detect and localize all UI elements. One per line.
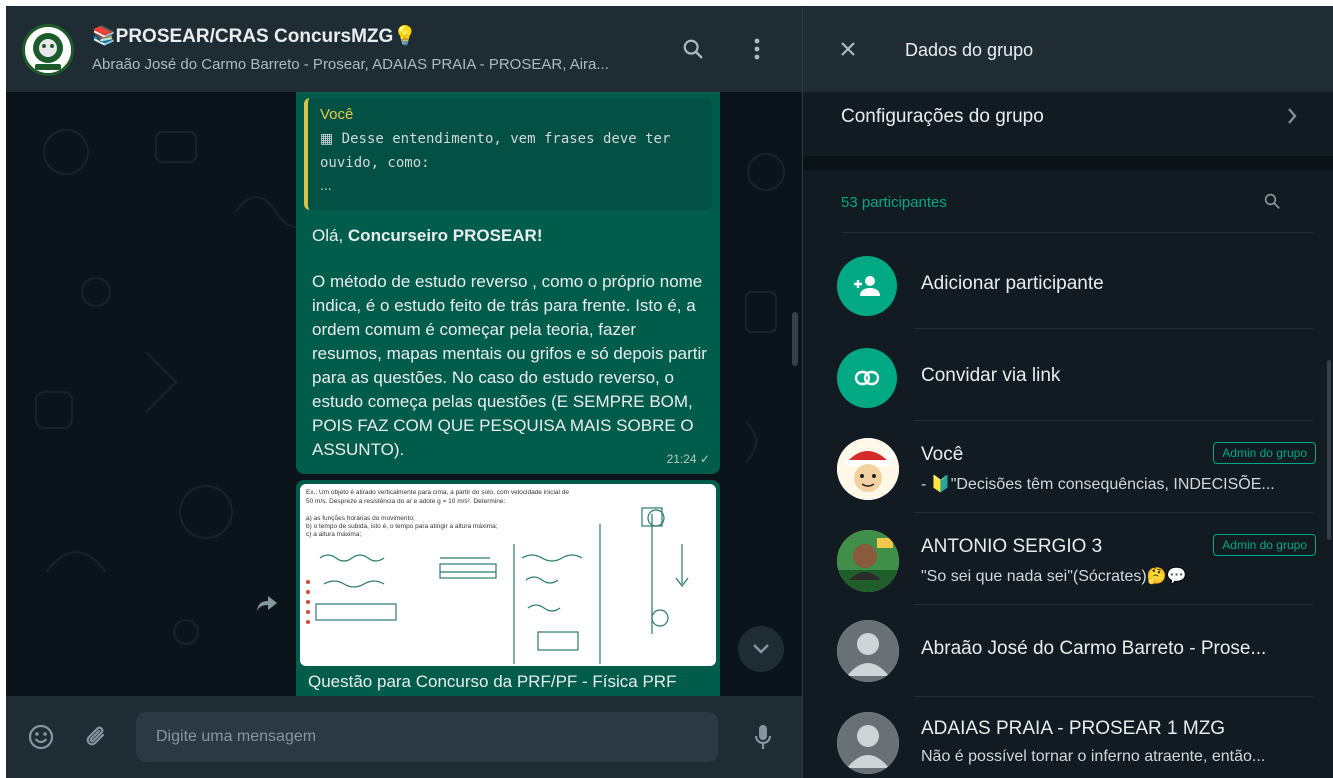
group-settings-row[interactable]: Configurações do grupo xyxy=(803,92,1333,156)
group-members-preview: Abraão José do Carmo Barreto - Prosear, … xyxy=(92,56,609,73)
problem-line-2: 50 m/s. Despreze a resistência do ar e a… xyxy=(306,498,505,505)
box-emoji-icon: ▦ xyxy=(320,131,334,147)
group-titles[interactable]: 📚PROSEAR/CRAS ConcursMZG💡 Abraão José do… xyxy=(92,24,652,73)
member-row[interactable]: Você Admin do grupo - 🔰"Decisões têm con… xyxy=(803,422,1333,514)
message-greeting: Olá, Concurseiro PROSEAR! xyxy=(312,226,543,246)
section-separator xyxy=(803,156,1333,170)
admin-badge: Admin do grupo xyxy=(1213,442,1316,464)
image-message-bubble[interactable]: Ex.: Um objeto é atirado verticalmente p… xyxy=(296,480,720,696)
forward-icon[interactable] xyxy=(250,586,284,620)
handwritten-workings xyxy=(315,507,689,664)
outgoing-message-bubble[interactable]: Você ▦ Desse entendimento, vem frases de… xyxy=(296,92,720,474)
drawer-scrollbar[interactable] xyxy=(1327,360,1331,540)
quoted-author: Você xyxy=(320,106,354,123)
whatsapp-window: 📚PROSEAR/CRAS ConcursMZG💡 Abraão José do… xyxy=(6,6,1333,778)
group-settings-label: Configurações do grupo xyxy=(841,106,1044,127)
member-status: Não é possível tornar o inferno atraente… xyxy=(921,748,1266,765)
divider xyxy=(913,328,1313,329)
link-icon xyxy=(837,348,897,408)
greeting-bold: Concurseiro PROSEAR! xyxy=(347,226,543,245)
member-row[interactable]: ADAIAS PRAIA - PROSEAR 1 MZG Não é possí… xyxy=(803,696,1333,778)
message-input[interactable] xyxy=(136,712,718,762)
chevron-right-icon xyxy=(1286,106,1298,131)
problem-item-a: a) as funções horárias do movimento; xyxy=(306,515,415,522)
member-row[interactable]: ANTONIO SERGIO 3 Admin do grupo "So sei … xyxy=(803,514,1333,606)
add-person-icon xyxy=(837,256,897,316)
problem-item-c: c) a altura máxima; xyxy=(306,531,361,538)
message-composer xyxy=(6,696,802,778)
add-participant-row[interactable]: Adicionar participante xyxy=(803,238,1333,330)
divider xyxy=(913,420,1313,421)
quoted-text: ▦ Desse entendimento, vem frases deve te… xyxy=(320,127,680,175)
problem-item-b: b) o tempo de subida, isto é, o tempo pa… xyxy=(306,523,498,530)
member-name: ADAIAS PRAIA - PROSEAR 1 MZG xyxy=(921,718,1226,739)
avatar xyxy=(837,530,899,592)
member-status: "So sei que nada sei"(Sócrates)🤔💬 xyxy=(921,568,1187,585)
problem-line-1: Ex.: Um objeto é atirado verticalmente p… xyxy=(306,489,569,496)
message-text: O método de estudo reverso , como o próp… xyxy=(312,272,707,459)
message-list[interactable]: Você ▦ Desse entendimento, vem frases de… xyxy=(6,92,802,696)
quoted-ellipsis: ... xyxy=(320,177,332,193)
divider xyxy=(841,232,1313,233)
member-status: - 🔰"Decisões têm consequências, INDECISÕ… xyxy=(921,476,1275,493)
image-caption: Questão para Concurso da PRF/PF - Física… xyxy=(308,672,677,691)
admin-badge: Admin do grupo xyxy=(1213,534,1316,556)
close-icon[interactable] xyxy=(833,34,863,64)
invite-link-row[interactable]: Convidar via link xyxy=(803,330,1333,422)
paperclip-icon[interactable] xyxy=(80,720,114,754)
quoted-text-content: Desse entendimento, vem frases deve ter … xyxy=(320,131,671,171)
message-timestamp: 21:24 ✓ xyxy=(666,452,710,466)
kebab-menu-icon[interactable] xyxy=(742,34,772,64)
participants-count: 53 participantes xyxy=(841,194,947,211)
chevron-down-icon xyxy=(753,644,769,654)
invite-link-label: Convidar via link xyxy=(921,365,1061,386)
quoted-message[interactable]: Você ▦ Desse entendimento, vem frases de… xyxy=(304,98,712,210)
search-icon[interactable] xyxy=(678,34,708,64)
member-name: Abraão José do Carmo Barreto - Prose... xyxy=(921,638,1267,659)
drawer-header: Dados do grupo xyxy=(803,6,1333,92)
search-participants-icon[interactable] xyxy=(1263,192,1285,214)
group-avatar[interactable] xyxy=(22,24,74,76)
chat-scrollbar[interactable] xyxy=(792,312,798,366)
group-info-drawer: Dados do grupo Configurações do grupo 53… xyxy=(802,6,1333,778)
group-title: 📚PROSEAR/CRAS ConcursMZG💡 xyxy=(92,26,417,47)
chat-pane: 📚PROSEAR/CRAS ConcursMZG💡 Abraão José do… xyxy=(6,6,802,778)
emoji-icon[interactable] xyxy=(24,720,58,754)
drawer-title: Dados do grupo xyxy=(905,40,1034,60)
default-avatar-icon xyxy=(837,712,899,774)
greeting-prefix: Olá, xyxy=(312,226,348,245)
default-avatar-icon xyxy=(837,620,899,682)
member-row[interactable]: Abraão José do Carmo Barreto - Prose... xyxy=(803,604,1333,696)
scroll-to-bottom-button[interactable] xyxy=(738,626,784,672)
chat-header[interactable]: 📚PROSEAR/CRAS ConcursMZG💡 Abraão José do… xyxy=(6,6,802,92)
avatar xyxy=(837,438,899,500)
microphone-icon[interactable] xyxy=(746,720,780,754)
physics-problem-image[interactable]: Ex.: Um objeto é atirado verticalmente p… xyxy=(300,484,716,666)
divider xyxy=(913,512,1313,513)
add-participant-label: Adicionar participante xyxy=(921,273,1104,294)
